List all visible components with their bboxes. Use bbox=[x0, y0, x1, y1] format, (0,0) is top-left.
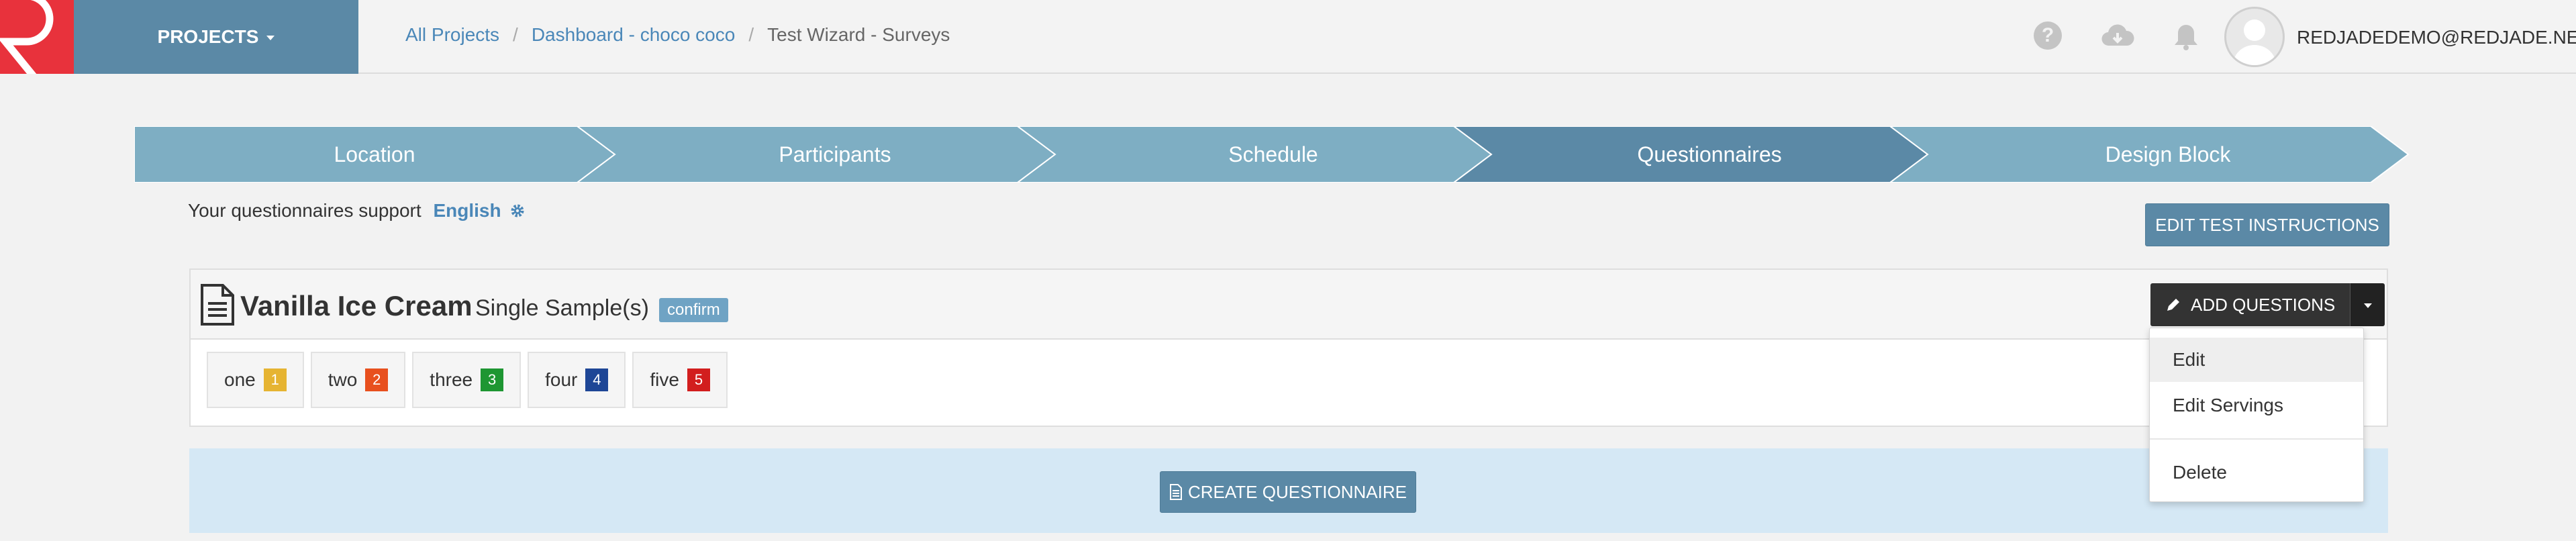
questionnaire-title: Vanilla Ice Cream bbox=[240, 290, 473, 322]
sample-chip: one 1 bbox=[207, 352, 304, 408]
caret-down-icon bbox=[2363, 303, 2372, 308]
menu-item-edit[interactable]: Edit bbox=[2150, 338, 2363, 382]
status-badge: confirm bbox=[659, 298, 728, 322]
breadcrumb-all-projects[interactable]: All Projects bbox=[405, 24, 499, 46]
wizard-steps: Location Participants Schedule Questionn… bbox=[134, 126, 2410, 183]
cloud-download-icon bbox=[2101, 24, 2134, 46]
language-support: Your questionnaires support English bbox=[188, 200, 525, 222]
sample-label: two bbox=[328, 369, 358, 390]
projects-label: PROJECTS bbox=[157, 26, 259, 47]
create-questionnaire-bar: CREATE QUESTIONNAIRE bbox=[189, 448, 2388, 533]
gear-icon bbox=[511, 204, 524, 217]
top-bar: PROJECTS All Projects / Dashboard - choc… bbox=[0, 0, 2576, 74]
sample-number: 1 bbox=[263, 368, 287, 391]
add-questions-dropdown-toggle[interactable] bbox=[2350, 283, 2385, 326]
step-schedule[interactable]: Schedule bbox=[1055, 126, 1491, 183]
add-questions-label: ADD QUESTIONS bbox=[2191, 294, 2336, 315]
user-icon bbox=[2233, 19, 2276, 65]
pencil-icon bbox=[2167, 299, 2179, 311]
download-button[interactable] bbox=[2101, 24, 2134, 52]
breadcrumb-separator: / bbox=[748, 24, 754, 45]
user-avatar[interactable] bbox=[2224, 7, 2285, 67]
help-icon: ? bbox=[2034, 21, 2062, 50]
breadcrumb-current: Test Wizard - Surveys bbox=[767, 24, 950, 45]
questionnaire-header: Vanilla Ice Cream Single Sample(s) confi… bbox=[191, 270, 2387, 340]
sample-chip: four 4 bbox=[528, 352, 626, 408]
add-questions-group: ADD QUESTIONS bbox=[2150, 283, 2385, 326]
breadcrumb-separator: / bbox=[513, 24, 518, 45]
language-label: English bbox=[433, 200, 501, 221]
caret-down-icon bbox=[266, 35, 275, 40]
document-icon bbox=[201, 284, 234, 326]
add-questions-button[interactable]: ADD QUESTIONS bbox=[2150, 283, 2350, 326]
step-design-block[interactable]: Design Block bbox=[1928, 126, 2408, 183]
logo-r-icon bbox=[0, 0, 54, 74]
sample-chip: three 3 bbox=[412, 352, 522, 408]
language-link[interactable]: English bbox=[433, 200, 525, 221]
sample-label: one bbox=[224, 369, 256, 390]
document-icon bbox=[1169, 484, 1182, 500]
sample-list: one 1 two 2 three 3 four 4 five 5 bbox=[207, 352, 728, 408]
projects-menu[interactable]: PROJECTS bbox=[74, 0, 358, 74]
bell-icon bbox=[2175, 25, 2197, 50]
sample-number: 5 bbox=[687, 368, 710, 391]
menu-item-edit-servings[interactable]: Edit Servings bbox=[2150, 383, 2363, 428]
sample-label: five bbox=[650, 369, 679, 390]
sample-number: 4 bbox=[585, 368, 609, 391]
step-participants[interactable]: Participants bbox=[615, 126, 1055, 183]
sample-chip: two 2 bbox=[310, 352, 406, 408]
user-email[interactable]: REDJADEDEMO@REDJADE.NET bbox=[2297, 27, 2576, 48]
redjade-logo[interactable] bbox=[0, 0, 74, 74]
breadcrumb-dashboard[interactable]: Dashboard - choco coco bbox=[532, 24, 736, 46]
sample-label: four bbox=[545, 369, 578, 390]
sample-number: 2 bbox=[365, 368, 389, 391]
create-questionnaire-label: CREATE QUESTIONNAIRE bbox=[1187, 481, 1407, 502]
step-questionnaires[interactable]: Questionnaires bbox=[1491, 126, 1928, 183]
breadcrumb: All Projects / Dashboard - choco coco / … bbox=[405, 24, 950, 46]
sample-chip: five 5 bbox=[632, 352, 728, 408]
create-questionnaire-button[interactable]: CREATE QUESTIONNAIRE bbox=[1160, 471, 1416, 513]
edit-test-instructions-button[interactable]: EDIT TEST INSTRUCTIONS bbox=[2145, 203, 2389, 246]
help-button[interactable]: ? bbox=[2034, 21, 2062, 50]
step-location[interactable]: Location bbox=[134, 126, 615, 183]
questionnaire-actions-menu: Edit Edit Servings Delete bbox=[2149, 328, 2364, 502]
menu-item-delete[interactable]: Delete bbox=[2150, 450, 2363, 495]
questionnaire-panel: Vanilla Ice Cream Single Sample(s) confi… bbox=[189, 268, 2388, 427]
menu-divider bbox=[2150, 438, 2363, 440]
sample-label: three bbox=[430, 369, 473, 390]
sample-number: 3 bbox=[481, 368, 504, 391]
support-text: Your questionnaires support bbox=[188, 200, 422, 221]
notifications-button[interactable] bbox=[2173, 23, 2199, 54]
questionnaire-type: Single Sample(s) bbox=[475, 295, 649, 321]
